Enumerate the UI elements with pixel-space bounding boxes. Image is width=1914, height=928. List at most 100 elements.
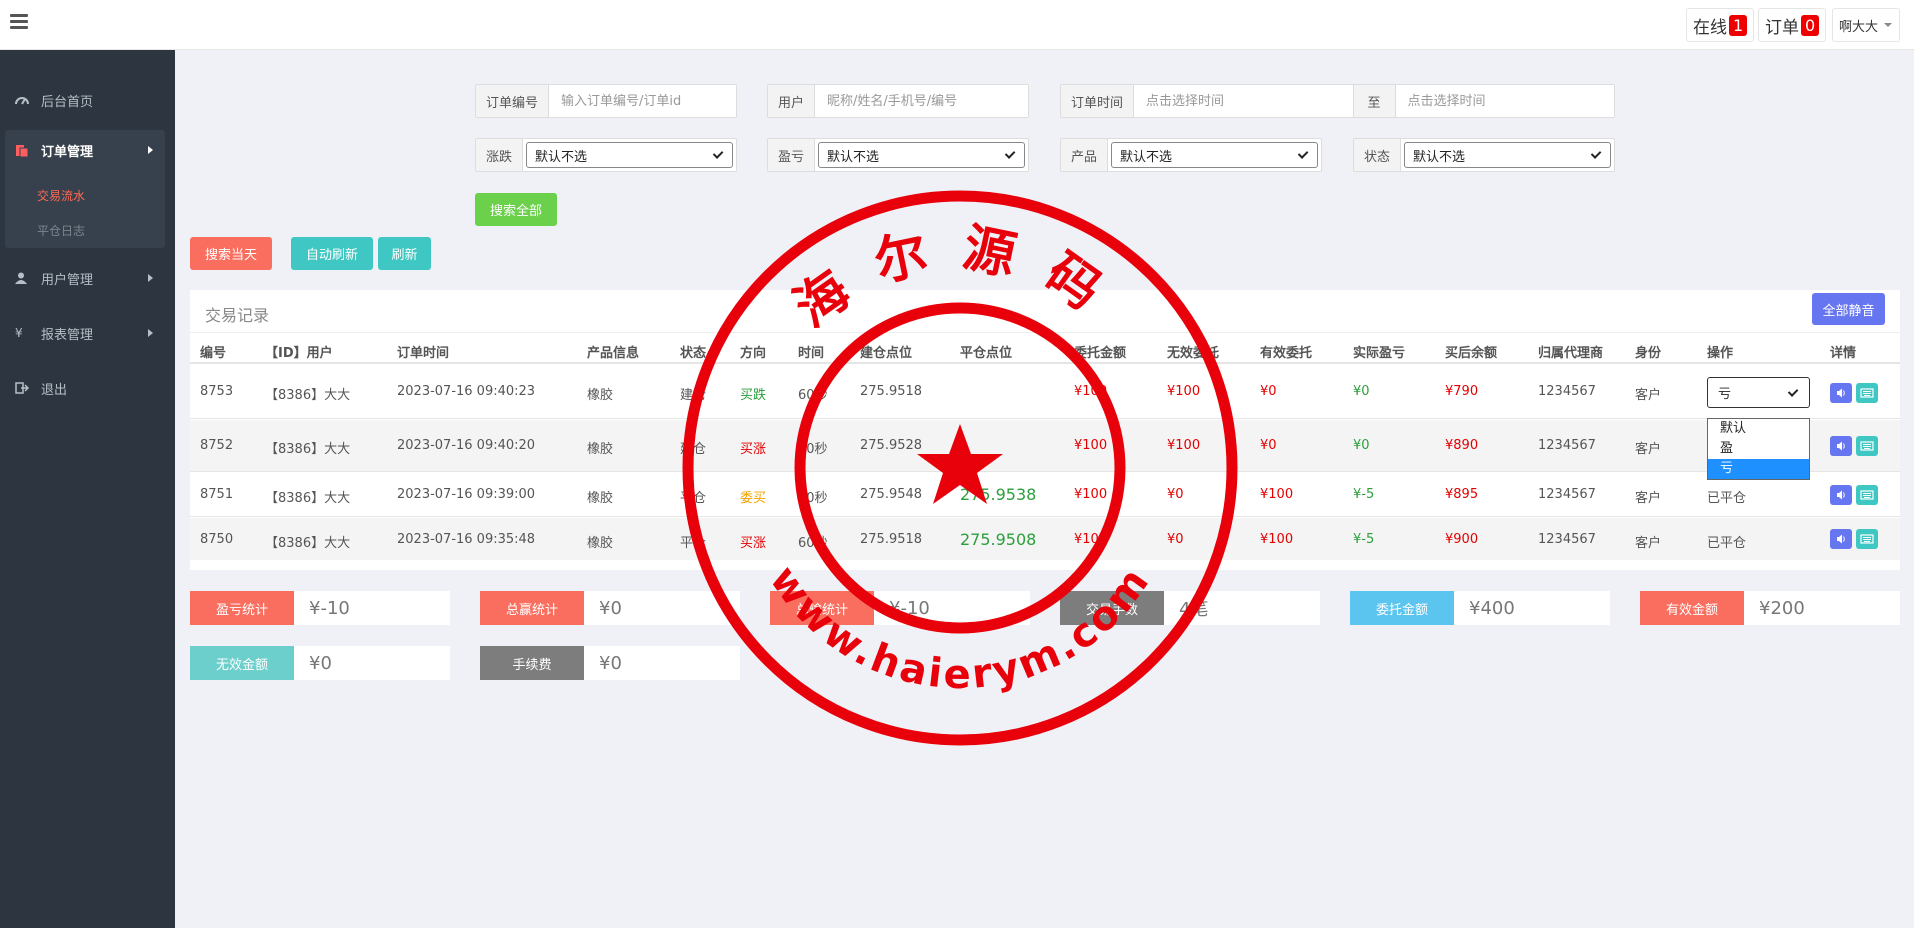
search-all-button[interactable]: 搜索全部 (475, 193, 557, 226)
column-header[interactable]: 买后余额 (1445, 342, 1497, 361)
operation-status: 已平仓 (1707, 536, 1747, 551)
order-no-filter: 订单编号 (475, 84, 737, 118)
column-header[interactable]: 有效委托 (1260, 342, 1312, 361)
invalid-amount: ¥100 (1167, 384, 1201, 399)
actual-pnl: ¥0 (1353, 438, 1370, 453)
status-filter: 状态 默认不选 (1353, 138, 1615, 172)
auto-refresh-button[interactable]: 自动刷新 (291, 237, 373, 270)
mute-all-button[interactable]: 全部静音 (1812, 293, 1885, 325)
sidebar-item-reports[interactable]: ¥ 报表管理 (5, 318, 165, 348)
column-header[interactable]: 建仓点位 (860, 342, 912, 361)
column-header[interactable]: 方向 (740, 342, 766, 361)
order-direction: 买跌 (740, 388, 767, 403)
user-menu[interactable]: 啊大大 (1832, 8, 1900, 42)
keyboard-icon[interactable] (1856, 436, 1878, 456)
time-end-input[interactable] (1395, 85, 1614, 117)
column-header[interactable]: 详情 (1830, 342, 1856, 361)
column-header[interactable]: 实际盈亏 (1353, 342, 1405, 361)
user-name: 啊大大 (1839, 19, 1879, 35)
open-price: 275.9548 (860, 487, 923, 502)
profit-loss-select[interactable]: 亏 (1707, 377, 1810, 408)
stat-label: 盈亏统计 (190, 591, 294, 625)
product-select[interactable]: 默认不选 (1111, 142, 1318, 168)
online-count-badge: 1 (1729, 14, 1748, 36)
column-header[interactable]: 状态 (680, 342, 706, 361)
order-amount: ¥100 (1074, 487, 1108, 502)
sidebar: 后台首页 订单管理 交易流水 平仓日志 用户管理 ¥ 报表管理 退出 (0, 50, 175, 928)
open-price: 275.9528 (860, 438, 923, 453)
logout-icon (15, 382, 30, 394)
time-start-input[interactable] (1134, 85, 1353, 117)
user-filter: 用户 (767, 84, 1029, 118)
sidebar-item-dashboard[interactable]: 后台首页 (5, 85, 165, 115)
order-time: 2023-07-16 09:35:48 (397, 532, 536, 547)
order-no-input[interactable] (549, 85, 736, 117)
user-input[interactable] (815, 85, 1028, 117)
orders-count-badge: 0 (1801, 14, 1820, 36)
sidebar-item-label: 订单管理 (41, 144, 94, 160)
column-header[interactable]: 平仓点位 (960, 342, 1012, 361)
column-header[interactable]: 身份 (1635, 342, 1661, 361)
keyboard-icon[interactable] (1856, 485, 1878, 505)
stat-card-pnl: 盈亏统计 ¥-10 (190, 591, 450, 625)
column-header[interactable]: 操作 (1707, 342, 1733, 361)
orders-button[interactable]: 订单 0 (1758, 8, 1827, 42)
column-header[interactable]: 【ID】用户 (265, 342, 333, 361)
order-time: 2023-07-16 09:40:23 (397, 384, 536, 399)
sidebar-item-orders[interactable]: 订单管理 (5, 135, 165, 165)
sidebar-item-label: 退出 (41, 382, 68, 398)
profit-value: 默认不选 (827, 149, 880, 165)
order-status: 建仓 (680, 388, 707, 403)
sidebar-item-users[interactable]: 用户管理 (5, 263, 165, 293)
online-users-button[interactable]: 在线 1 (1686, 8, 1755, 42)
stat-label: 总赢统计 (480, 591, 584, 625)
stat-value: 4笔 (1179, 599, 1209, 620)
column-header[interactable]: 归属代理商 (1538, 342, 1603, 361)
order-product: 橡胶 (587, 388, 614, 403)
open-price: 275.9518 (860, 384, 923, 399)
rise-fall-select[interactable]: 默认不选 (526, 142, 733, 168)
stat-label: 总输统计 (770, 591, 874, 625)
dropdown-option[interactable]: 盈 (1708, 439, 1809, 459)
sound-icon[interactable] (1830, 383, 1852, 403)
chevron-down-icon (1787, 385, 1799, 397)
search-today-button[interactable]: 搜索当天 (190, 237, 272, 270)
sidebar-item-logout[interactable]: 退出 (5, 373, 165, 403)
stat-card-fee: 手续费 ¥0 (480, 646, 740, 680)
sound-icon[interactable] (1830, 529, 1852, 549)
user-role: 客户 (1635, 491, 1662, 506)
sidebar-subitem-trades[interactable]: 交易流水 (37, 187, 85, 204)
menu-toggle-icon[interactable] (10, 14, 28, 30)
sound-icon[interactable] (1830, 485, 1852, 505)
column-header[interactable]: 订单时间 (397, 342, 449, 361)
valid-amount: ¥0 (1260, 384, 1277, 399)
column-header[interactable]: 时间 (798, 342, 824, 361)
chevron-down-icon (1884, 23, 1893, 27)
panel-title: 交易记录 (205, 306, 270, 325)
sidebar-item-label: 报表管理 (41, 327, 94, 343)
orders-icon (15, 144, 29, 158)
profit-select[interactable]: 默认不选 (818, 142, 1025, 168)
order-duration: 60秒 (798, 536, 828, 551)
refresh-button[interactable]: 刷新 (378, 237, 431, 270)
valid-amount: ¥0 (1260, 438, 1277, 453)
chevron-right-icon (148, 274, 153, 282)
order-product: 橡胶 (587, 491, 614, 506)
close-price: 275.9538 (960, 485, 1037, 504)
stat-card-valid-amount: 有效金额 ¥200 (1640, 591, 1900, 625)
column-header[interactable]: 产品信息 (587, 342, 639, 361)
top-bar: 在线 1 订单 0 啊大大 (0, 0, 1914, 50)
keyboard-icon[interactable] (1856, 529, 1878, 549)
status-select[interactable]: 默认不选 (1404, 142, 1611, 168)
column-header[interactable]: 无效委托 (1167, 342, 1219, 361)
dropdown-option[interactable]: 默认 (1708, 419, 1809, 439)
dropdown-option-selected[interactable]: 亏 (1708, 459, 1809, 479)
sidebar-subitem-close-log[interactable]: 平仓日志 (37, 222, 85, 239)
sound-icon[interactable] (1830, 436, 1852, 456)
order-duration: 60秒 (798, 388, 828, 403)
sidebar-item-label: 用户管理 (41, 272, 94, 288)
keyboard-icon[interactable] (1856, 383, 1878, 403)
column-header[interactable]: 委托金额 (1074, 342, 1126, 361)
column-header[interactable]: 编号 (200, 342, 226, 361)
stat-card-total-win: 总赢统计 ¥0 (480, 591, 740, 625)
